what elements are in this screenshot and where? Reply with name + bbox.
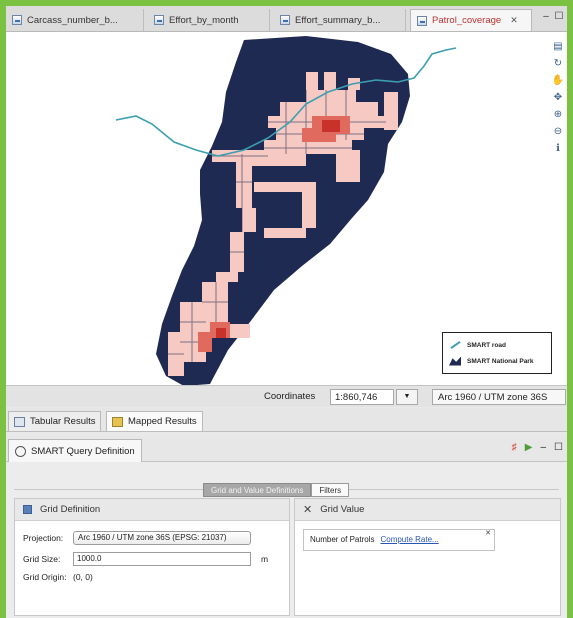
tab-mapped-results[interactable]: Mapped Results (106, 411, 203, 431)
chevron-down-icon[interactable]: ▼ (396, 389, 418, 405)
report-icon (12, 15, 22, 25)
tab-label: Carcass_number_b... (27, 14, 118, 26)
coordinates-bar: Coordinates 1:860,746 ▼ Arc 1960 / UTM z… (6, 385, 567, 407)
tab-label: Patrol_coverage (432, 15, 502, 26)
zoom-in-icon[interactable]: ⊕ (552, 108, 564, 120)
grid-size-unit: m (261, 554, 269, 564)
maximize-icon[interactable]: ☐ (553, 12, 565, 23)
close-icon[interactable]: ✕ (485, 529, 491, 537)
legend-item-road: SMART road (449, 337, 545, 353)
map-legend: SMART road SMART National Park (442, 332, 552, 374)
clear-icon[interactable]: ♯ (512, 442, 517, 453)
query-definition-header: SMART Query Definition ♯ ▶ – ☐ (6, 436, 567, 462)
grid-value-header: ✕ Grid Value (295, 499, 560, 521)
minimize-icon[interactable]: – (540, 12, 552, 23)
editor-tab-bar: Carcass_number_b... Effort_by_month Effo… (6, 6, 567, 32)
grid-origin-label: Grid Origin: (23, 572, 67, 582)
report-icon (154, 15, 164, 25)
panel-title: Grid Definition (40, 504, 101, 515)
tab-effort-summary[interactable]: Effort_summary_b... (274, 9, 406, 31)
projection-label: Projection: (23, 533, 64, 543)
query-definition-view: SMART Query Definition ♯ ▶ – ☐ Grid and … (6, 436, 567, 618)
report-icon (280, 15, 290, 25)
grid-origin-value: (0, 0) (73, 572, 93, 582)
grid-size-input[interactable]: 1000.0 (73, 552, 251, 566)
tab-patrol-coverage[interactable]: Patrol_coverage ✕ (410, 9, 532, 31)
tab-label: Effort_by_month (169, 14, 239, 26)
road-icon (449, 341, 461, 349)
value-item-label: Number of Patrols (310, 535, 375, 544)
grid-origin-row: Grid Origin: (0, 0) (23, 572, 93, 582)
grid-value-panel: ✕ Grid Value Number of Patrols Compute R… (294, 498, 561, 616)
tab-label: Mapped Results (128, 416, 197, 427)
query-icon (15, 445, 26, 457)
grid-definition-header: Grid Definition (15, 499, 289, 521)
coordinates-label: Coordinates (264, 391, 316, 402)
compute-rate-link[interactable]: Compute Rate... (380, 535, 438, 545)
close-icon[interactable]: ✕ (510, 15, 518, 26)
table-icon (14, 416, 25, 427)
tab-label: Effort_summary_b... (295, 14, 381, 26)
info-icon[interactable]: ℹ (552, 142, 564, 154)
tab-effort-by-month[interactable]: Effort_by_month (148, 9, 270, 31)
map-toolbar: ▤ ↻ ✋ ✥ ⊕ ⊖ ℹ (551, 40, 565, 154)
tab-carcass-number[interactable]: Carcass_number_b... (6, 9, 144, 31)
grid-icon (23, 505, 32, 514)
tab-tabular-results[interactable]: Tabular Results (8, 411, 102, 431)
minimize-icon[interactable]: – (540, 442, 546, 453)
move-icon[interactable]: ✥ (552, 91, 564, 103)
zoom-out-icon[interactable]: ⊖ (552, 125, 564, 137)
legend-label: SMART road (467, 341, 506, 349)
map-view[interactable]: ▤ ↻ ✋ ✥ ⊕ ⊖ ℹ SMART road SMART National … (6, 32, 567, 385)
query-subtabs: Grid and Value Definitions Filters (203, 483, 350, 497)
run-icon[interactable]: ▶ (525, 442, 533, 453)
grid-size-label: Grid Size: (23, 554, 61, 564)
legend-label: SMART National Park (467, 357, 534, 365)
tab-label: Tabular Results (30, 416, 96, 427)
refresh-icon[interactable]: ↻ (552, 57, 564, 69)
grid-size-row: Grid Size: 1000.0 m (23, 552, 268, 566)
scale-input[interactable]: 1:860,746 (330, 389, 394, 405)
tab-query-definition[interactable]: SMART Query Definition (8, 439, 142, 462)
layers-icon[interactable]: ▤ (552, 40, 564, 52)
map-icon (112, 416, 123, 427)
legend-item-park: SMART National Park (449, 353, 545, 369)
projection-select[interactable]: Arc 1960 / UTM zone 36S (EPSG: 21037) (73, 531, 251, 545)
maximize-icon[interactable]: ☐ (554, 442, 563, 453)
result-tab-bar: Tabular Results Mapped Results (6, 408, 567, 432)
projection-row: Projection: Arc 1960 / UTM zone 36S (EPS… (23, 531, 251, 545)
tab-grid-value-definitions[interactable]: Grid and Value Definitions (203, 483, 312, 497)
grid-value-item: Number of Patrols Compute Rate... ✕ (303, 529, 495, 551)
grid-definition-panel: Grid Definition Projection: Arc 1960 / U… (14, 498, 290, 616)
app-window: Carcass_number_b... Effort_by_month Effo… (6, 6, 567, 618)
pan-icon[interactable]: ✋ (552, 74, 564, 86)
query-title: SMART Query Definition (31, 445, 135, 457)
area-icon (449, 356, 461, 366)
panel-title: Grid Value (320, 504, 365, 515)
crs-button[interactable]: Arc 1960 / UTM zone 36S (432, 389, 566, 405)
x-icon: ✕ (303, 504, 313, 516)
query-actions: ♯ ▶ – ☐ (512, 442, 563, 453)
tab-filters[interactable]: Filters (311, 483, 350, 497)
report-icon (417, 15, 427, 26)
